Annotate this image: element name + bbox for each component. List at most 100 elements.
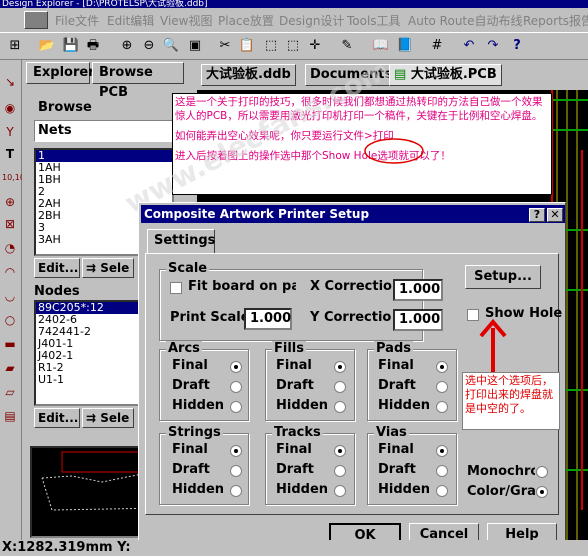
dimension-icon[interactable]: ⊕ — [2, 194, 18, 210]
fills-draft-radio[interactable] — [334, 381, 346, 393]
option-hidden: Hidden — [172, 398, 225, 413]
vias-final-radio[interactable] — [436, 445, 448, 457]
tab-settings[interactable]: Settings — [147, 229, 215, 253]
room-icon[interactable]: ▤ — [2, 408, 18, 424]
circle-icon[interactable]: ○ — [2, 312, 18, 328]
nets-edit-button[interactable]: Edit... — [34, 258, 80, 278]
menu-design[interactable]: Design设计 — [279, 12, 344, 29]
browse-library-icon[interactable]: 📘 — [396, 37, 414, 55]
arc-edge-icon[interactable]: ◠ — [2, 264, 18, 280]
arc-center-icon[interactable]: ◔ — [2, 240, 18, 256]
split-plane-icon[interactable]: ▱ — [2, 384, 18, 400]
pads-draft-radio[interactable] — [436, 381, 448, 393]
fills-group: Fills Final Draft Hidden — [265, 341, 355, 421]
move-icon[interactable]: ✛ — [306, 37, 324, 55]
app-menu-icon[interactable] — [24, 11, 48, 29]
fill-icon[interactable]: ▬ — [2, 336, 18, 352]
nodes-select-button[interactable]: ⇉ Sele — [82, 408, 134, 428]
x-correction-input[interactable]: 1.000 — [393, 279, 443, 301]
color-gray-radio[interactable] — [536, 486, 548, 498]
annotation-circle — [364, 138, 424, 164]
fit-board-label: Fit board on page — [188, 279, 296, 294]
browse-select[interactable]: Nets — [34, 120, 174, 142]
cross-probe-icon[interactable]: ✎ — [338, 37, 356, 55]
tab-pcb[interactable]: ▤ 大试验板.PCB — [389, 64, 502, 86]
redo-icon[interactable]: ↷ — [484, 37, 502, 55]
paste-icon[interactable]: 📋 — [238, 37, 256, 55]
option-final: Final — [276, 442, 312, 457]
coordinate-icon[interactable]: 10,10 — [2, 170, 25, 186]
library-icon[interactable]: 📖 — [372, 37, 390, 55]
tab-browse-pcb[interactable]: Browse PCB — [92, 62, 184, 100]
menu-autoroute[interactable]: Auto Route自动布线 — [408, 12, 523, 29]
menu-view[interactable]: View视图 — [160, 12, 212, 29]
nets-select-button[interactable]: ⇉ Sele — [82, 258, 134, 278]
fills-label: Fills — [272, 341, 306, 357]
zoom-in-icon[interactable]: ⊕ — [118, 37, 136, 55]
arc-any-icon[interactable]: ◡ — [2, 288, 18, 304]
dialog-close-button[interactable]: ✕ — [547, 208, 563, 222]
vias-draft-radio[interactable] — [436, 465, 448, 477]
dialog-help-button[interactable]: ? — [529, 208, 545, 222]
menu-edit[interactable]: Edit编辑 — [107, 12, 154, 29]
print-scale-input[interactable]: 1.000 — [244, 308, 292, 330]
undo-icon[interactable]: ↶ — [460, 37, 478, 55]
select-area-icon[interactable]: ⬚ — [262, 37, 280, 55]
print-icon[interactable]: 🖶 — [84, 37, 102, 55]
menu-place[interactable]: Place放置 — [218, 12, 274, 29]
arcs-final-radio[interactable] — [230, 361, 242, 373]
menu-tools[interactable]: Tools工具 — [347, 12, 401, 29]
tracks-hidden-radio[interactable] — [334, 485, 346, 497]
option-hidden: Hidden — [276, 482, 329, 497]
option-final: Final — [172, 358, 208, 373]
fills-final-radio[interactable] — [334, 361, 346, 373]
open-folder-icon[interactable]: 📂 — [38, 37, 56, 55]
color-gray-label: Color/Gray — [467, 484, 535, 499]
x-correction-label: X Correction — [310, 279, 392, 294]
strings-final-radio[interactable] — [230, 445, 242, 457]
save-icon[interactable]: 💾 — [62, 37, 80, 55]
option-draft: Draft — [378, 378, 416, 393]
option-draft: Draft — [172, 462, 210, 477]
tab-explorer[interactable]: Explorer — [26, 62, 95, 84]
browse-select-value: Nets — [38, 123, 72, 138]
setup-button[interactable]: Setup... — [465, 265, 541, 289]
vias-hidden-radio[interactable] — [436, 485, 448, 497]
toggle-panel-icon[interactable]: ⊞ — [6, 37, 24, 55]
track-icon[interactable]: ↘ — [2, 74, 18, 90]
tab-ddb[interactable]: 大试验板.ddb — [201, 64, 296, 86]
pads-hidden-radio[interactable] — [436, 401, 448, 413]
via-icon[interactable]: Y — [2, 124, 18, 140]
polygon-icon[interactable]: ▰ — [2, 360, 18, 376]
component-icon[interactable]: ⊠ — [2, 216, 18, 232]
deselect-icon[interactable]: ⬚ — [284, 37, 302, 55]
y-correction-input[interactable]: 1.000 — [393, 309, 443, 331]
arcs-draft-radio[interactable] — [230, 381, 242, 393]
scale-label: Scale — [166, 261, 210, 277]
tracks-final-radio[interactable] — [334, 445, 346, 457]
monochrome-radio[interactable] — [536, 466, 548, 478]
tracks-draft-radio[interactable] — [334, 465, 346, 477]
zoom-fit-icon[interactable]: ▣ — [186, 37, 204, 55]
grid-icon[interactable]: # — [428, 37, 446, 55]
menu-file[interactable]: File文件 — [55, 12, 99, 29]
vias-group: Vias Final Draft Hidden — [367, 425, 457, 505]
nodes-edit-button[interactable]: Edit... — [34, 408, 80, 428]
string-icon[interactable]: T — [2, 146, 18, 162]
fit-board-checkbox[interactable] — [170, 282, 182, 294]
fills-hidden-radio[interactable] — [334, 401, 346, 413]
pads-label: Pads — [374, 341, 413, 357]
zoom-area-icon[interactable]: 🔍 — [162, 37, 180, 55]
cut-icon[interactable]: ✂ — [216, 37, 234, 55]
menu-reports[interactable]: Reports报告 — [523, 12, 588, 29]
pads-final-radio[interactable] — [436, 361, 448, 373]
arcs-group: Arcs Final Draft Hidden — [159, 341, 249, 421]
zoom-out-icon[interactable]: ⊖ — [140, 37, 158, 55]
strings-draft-radio[interactable] — [230, 465, 242, 477]
arcs-hidden-radio[interactable] — [230, 401, 242, 413]
help-icon[interactable]: ? — [508, 37, 526, 55]
strings-hidden-radio[interactable] — [230, 485, 242, 497]
tracks-label: Tracks — [272, 425, 323, 441]
pad-icon[interactable]: ◉ — [2, 100, 18, 116]
browse-label: Browse — [38, 100, 92, 115]
